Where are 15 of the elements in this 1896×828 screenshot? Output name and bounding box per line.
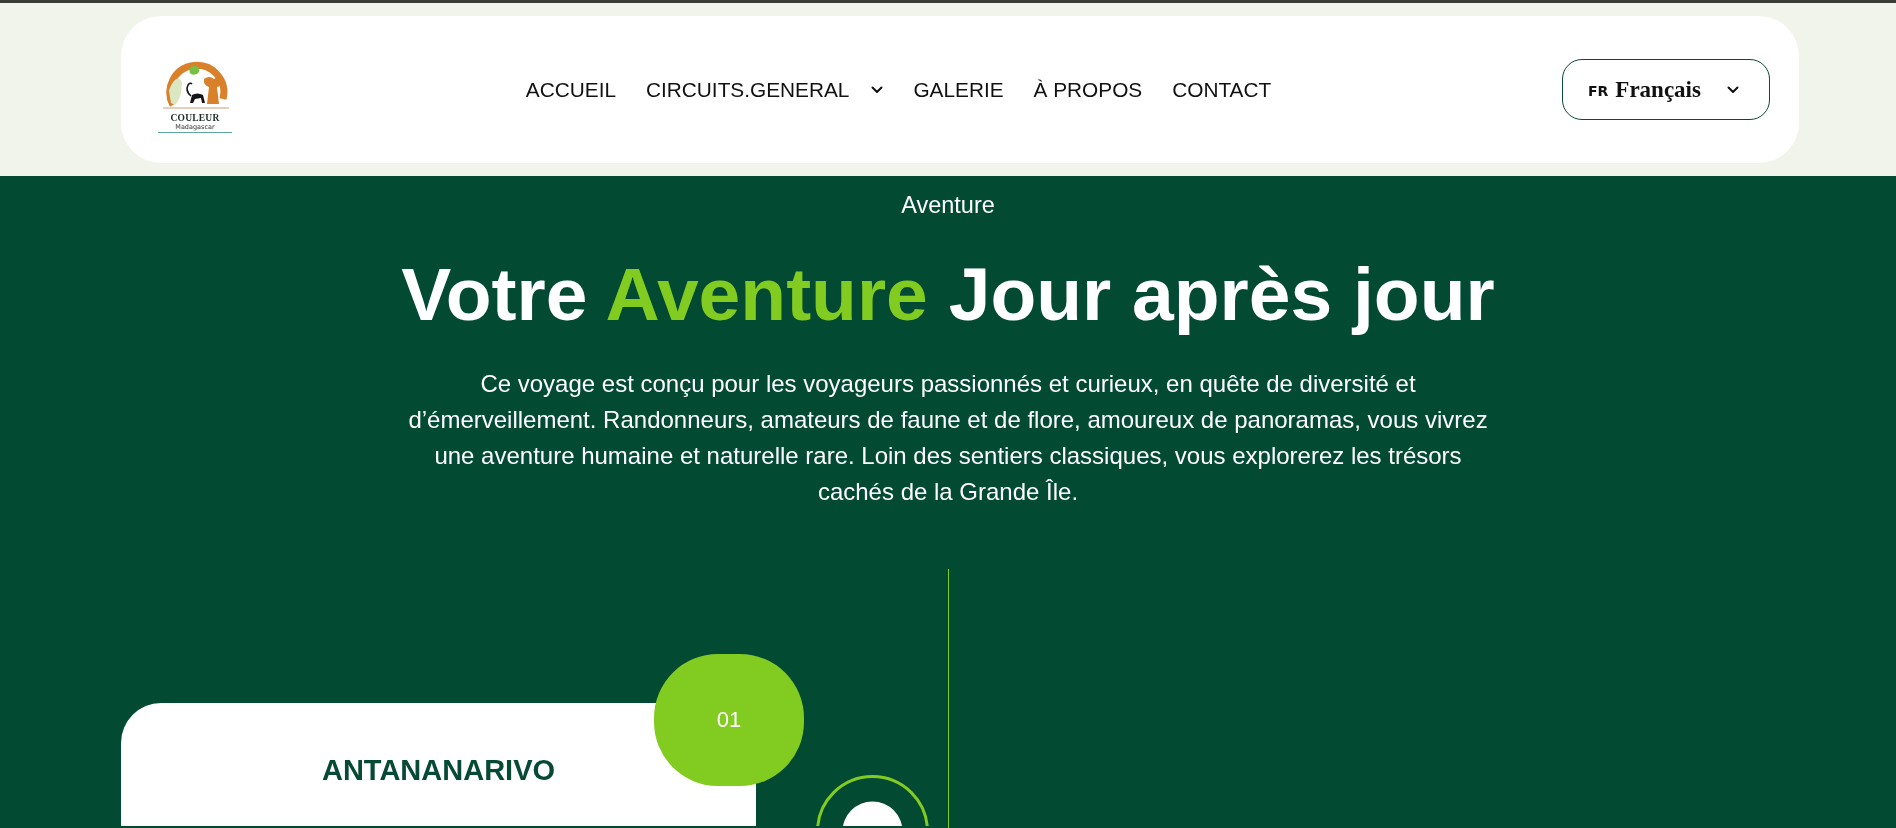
timeline-marker-icon — [816, 775, 929, 826]
nav-link[interactable]: CONTACT — [1172, 77, 1272, 102]
chevron-down-icon — [871, 85, 884, 94]
section-title: Votre Aventure Jour après jour — [401, 252, 1495, 336]
section-eyebrow: Aventure — [901, 191, 995, 220]
nav-link[interactable]: À PROPOS — [1033, 77, 1143, 102]
step-number-badge: 01 — [654, 654, 804, 786]
section-description: Ce voyage est conçu pour les voyageurs passionnés et curieux, en quête de diversité et d’émerveillement. Randonneurs, amateurs de faune et de flore, amoureux de panoramas, vous vivrez une aventure humaine et naturelle rare. Loin des sentiers classiques, vous explorerez les trésors cachés de la Grande Île. — [407, 369, 1489, 507]
nav-link[interactable]: GALERIE — [913, 77, 1004, 102]
nav-link[interactable]: ACCUEIL — [525, 77, 616, 102]
logo-title: COULEUR — [170, 112, 220, 123]
nav-link[interactable]: CIRCUITS.GENERAL — [646, 77, 884, 102]
chevron-down-icon — [1726, 85, 1739, 94]
step-title: ANTANANARIVO — [321, 753, 556, 787]
language-selector[interactable]: FR Français — [1562, 59, 1770, 120]
